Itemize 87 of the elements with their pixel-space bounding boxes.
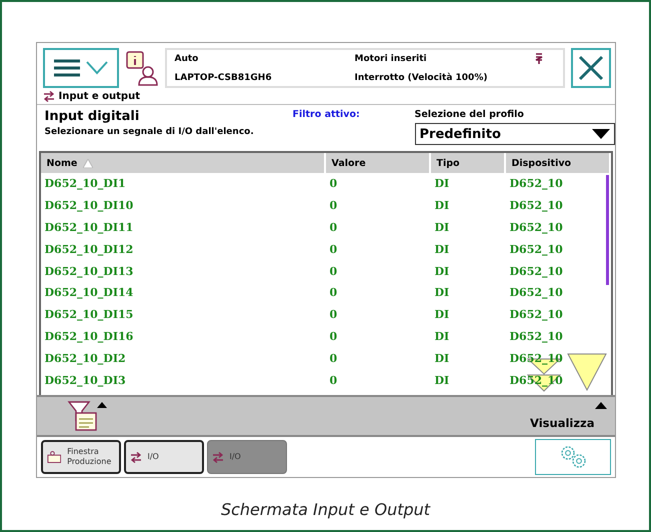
- profile-label: Selezione del profilo: [414, 109, 525, 120]
- operating-mode: Auto: [174, 54, 200, 64]
- person-info-icon[interactable]: [124, 50, 158, 86]
- system-name: LAPTOP-CSB81GH6: [174, 73, 273, 83]
- table-cell-text: D652_10: [508, 352, 564, 365]
- arrows-icon: [212, 452, 224, 462]
- table-cell-text: D652_10: [508, 374, 564, 387]
- table-cell-text: 0: [328, 242, 338, 256]
- table-cell-text: D652_10: [508, 220, 564, 234]
- signal-row[interactable]: D652_10_DI3 0 DI D652_10: [40, 369, 610, 391]
- table-cell-text: D652_10_DI11: [44, 220, 134, 234]
- column-header[interactable]: Valore: [326, 153, 430, 173]
- table-cell-text: 0: [328, 374, 338, 387]
- menu-icon: [54, 59, 80, 77]
- table-cell-text: 0: [328, 264, 338, 278]
- table-cell-text: DI: [434, 308, 450, 322]
- table-cell-text: DI: [434, 177, 450, 190]
- settings-button[interactable]: [534, 439, 610, 475]
- taskbar-button[interactable]: I/O: [206, 440, 286, 474]
- signal-row[interactable]: D652_10_DI14 0 DI D652_10: [40, 282, 610, 304]
- production-window-icon: [46, 450, 62, 464]
- motor-status: Motori inseriti: [354, 54, 428, 64]
- column-header[interactable]: Dispositivo: [506, 153, 610, 173]
- filter-icon[interactable]: [66, 400, 108, 432]
- signal-row[interactable]: D652_10_DI12 0 DI D652_10: [40, 238, 610, 260]
- table-cell-text: 0: [328, 352, 338, 365]
- profile-dropdown[interactable]: Predefinito: [414, 123, 614, 145]
- table-cell-text: DI: [434, 199, 450, 212]
- table-cell-text: 0: [328, 330, 338, 343]
- signal-row[interactable]: D652_10_DI11 0 DI D652_10: [40, 216, 610, 238]
- filter-label: Filtro attivo:: [292, 109, 361, 120]
- signal-row[interactable]: D652_10_DI10 0 DI D652_10: [40, 194, 610, 217]
- table-cell-text: DI: [434, 352, 450, 365]
- taskbar-button[interactable]: I/O: [124, 440, 204, 474]
- table-cell-text: 0: [328, 286, 338, 300]
- table-cell-text: DI: [434, 286, 450, 300]
- menu-button[interactable]: [42, 48, 118, 88]
- table-cell-text: D652_10: [508, 242, 564, 256]
- arrows-icon: [130, 452, 142, 462]
- scroll-bar[interactable]: [606, 175, 608, 285]
- table-cell-text: D652_10_DI10: [44, 199, 134, 212]
- table-cell-text: D652_10_DI14: [44, 286, 134, 300]
- view-menu[interactable]: Visualizza: [530, 402, 606, 430]
- arrows-icon: [42, 91, 54, 102]
- signal-row[interactable]: D652_10_DI16 0 DI D652_10: [40, 326, 610, 348]
- table-cell-text: D652_10_DI12: [44, 242, 134, 256]
- table-cell-text: DI: [434, 242, 450, 256]
- table-cell-text: D652_10_DI2: [44, 352, 127, 365]
- table-cell-text: DI: [434, 264, 450, 278]
- table-cell-text: D652_10_DI16: [44, 330, 134, 343]
- instruction-text: Selezionare un segnale di I/O dall'elenco.: [44, 127, 255, 137]
- column-header[interactable]: Tipo: [430, 153, 506, 173]
- table-cell-text: D652_10_DI15: [44, 308, 134, 322]
- column-header[interactable]: Nome: [40, 153, 326, 173]
- taskbar-button[interactable]: Finestra Produzione: [40, 440, 120, 474]
- scroll-down-icon[interactable]: [566, 353, 606, 391]
- robot-status-icon: [534, 53, 542, 65]
- table-cell-text: D652_10: [508, 330, 564, 343]
- table-cell-text: D652_10_DI3: [44, 374, 127, 387]
- dropdown-arrow-icon: [592, 129, 610, 139]
- table-cell-text: DI: [434, 330, 450, 343]
- signal-row[interactable]: D652_10_DI13 0 DI D652_10: [40, 260, 610, 282]
- signal-row[interactable]: D652_10_DI15 0 DI D652_10: [40, 304, 610, 326]
- table-cell-text: D652_10: [508, 177, 564, 190]
- table-cell-text: D652_10: [508, 286, 564, 300]
- figure-caption: Schermata Input e Output: [220, 500, 430, 519]
- table-cell-text: 0: [328, 220, 338, 234]
- view-title: Input digitali: [44, 109, 140, 124]
- signal-row[interactable]: D652_10_DI1 0 DI D652_10: [40, 173, 610, 195]
- table-cell-text: D652_10: [508, 308, 564, 322]
- close-icon: [578, 55, 604, 81]
- table-cell-text: D652_10_DI13: [44, 264, 134, 278]
- table-cell-text: 0: [328, 308, 338, 322]
- table-cell-text: DI: [434, 374, 450, 387]
- table-cell-text: 0: [328, 199, 338, 212]
- table-cell-text: D652_10: [508, 199, 564, 212]
- close-button[interactable]: [570, 48, 610, 88]
- table-cell-text: DI: [434, 220, 450, 234]
- signal-row[interactable]: D652_10_DI2 0 DI D652_10: [40, 347, 610, 370]
- program-state: Interrotto (Velocità 100%): [354, 73, 488, 83]
- chevron-down-icon: [86, 61, 108, 75]
- table-cell-text: D652_10: [508, 264, 564, 278]
- caret-up-icon: [594, 402, 606, 409]
- settings-icon: [558, 445, 586, 469]
- table-cell-text: 0: [328, 177, 338, 190]
- table-cell-text: D652_10_DI1: [44, 177, 127, 190]
- breadcrumb: Input e output: [58, 91, 140, 102]
